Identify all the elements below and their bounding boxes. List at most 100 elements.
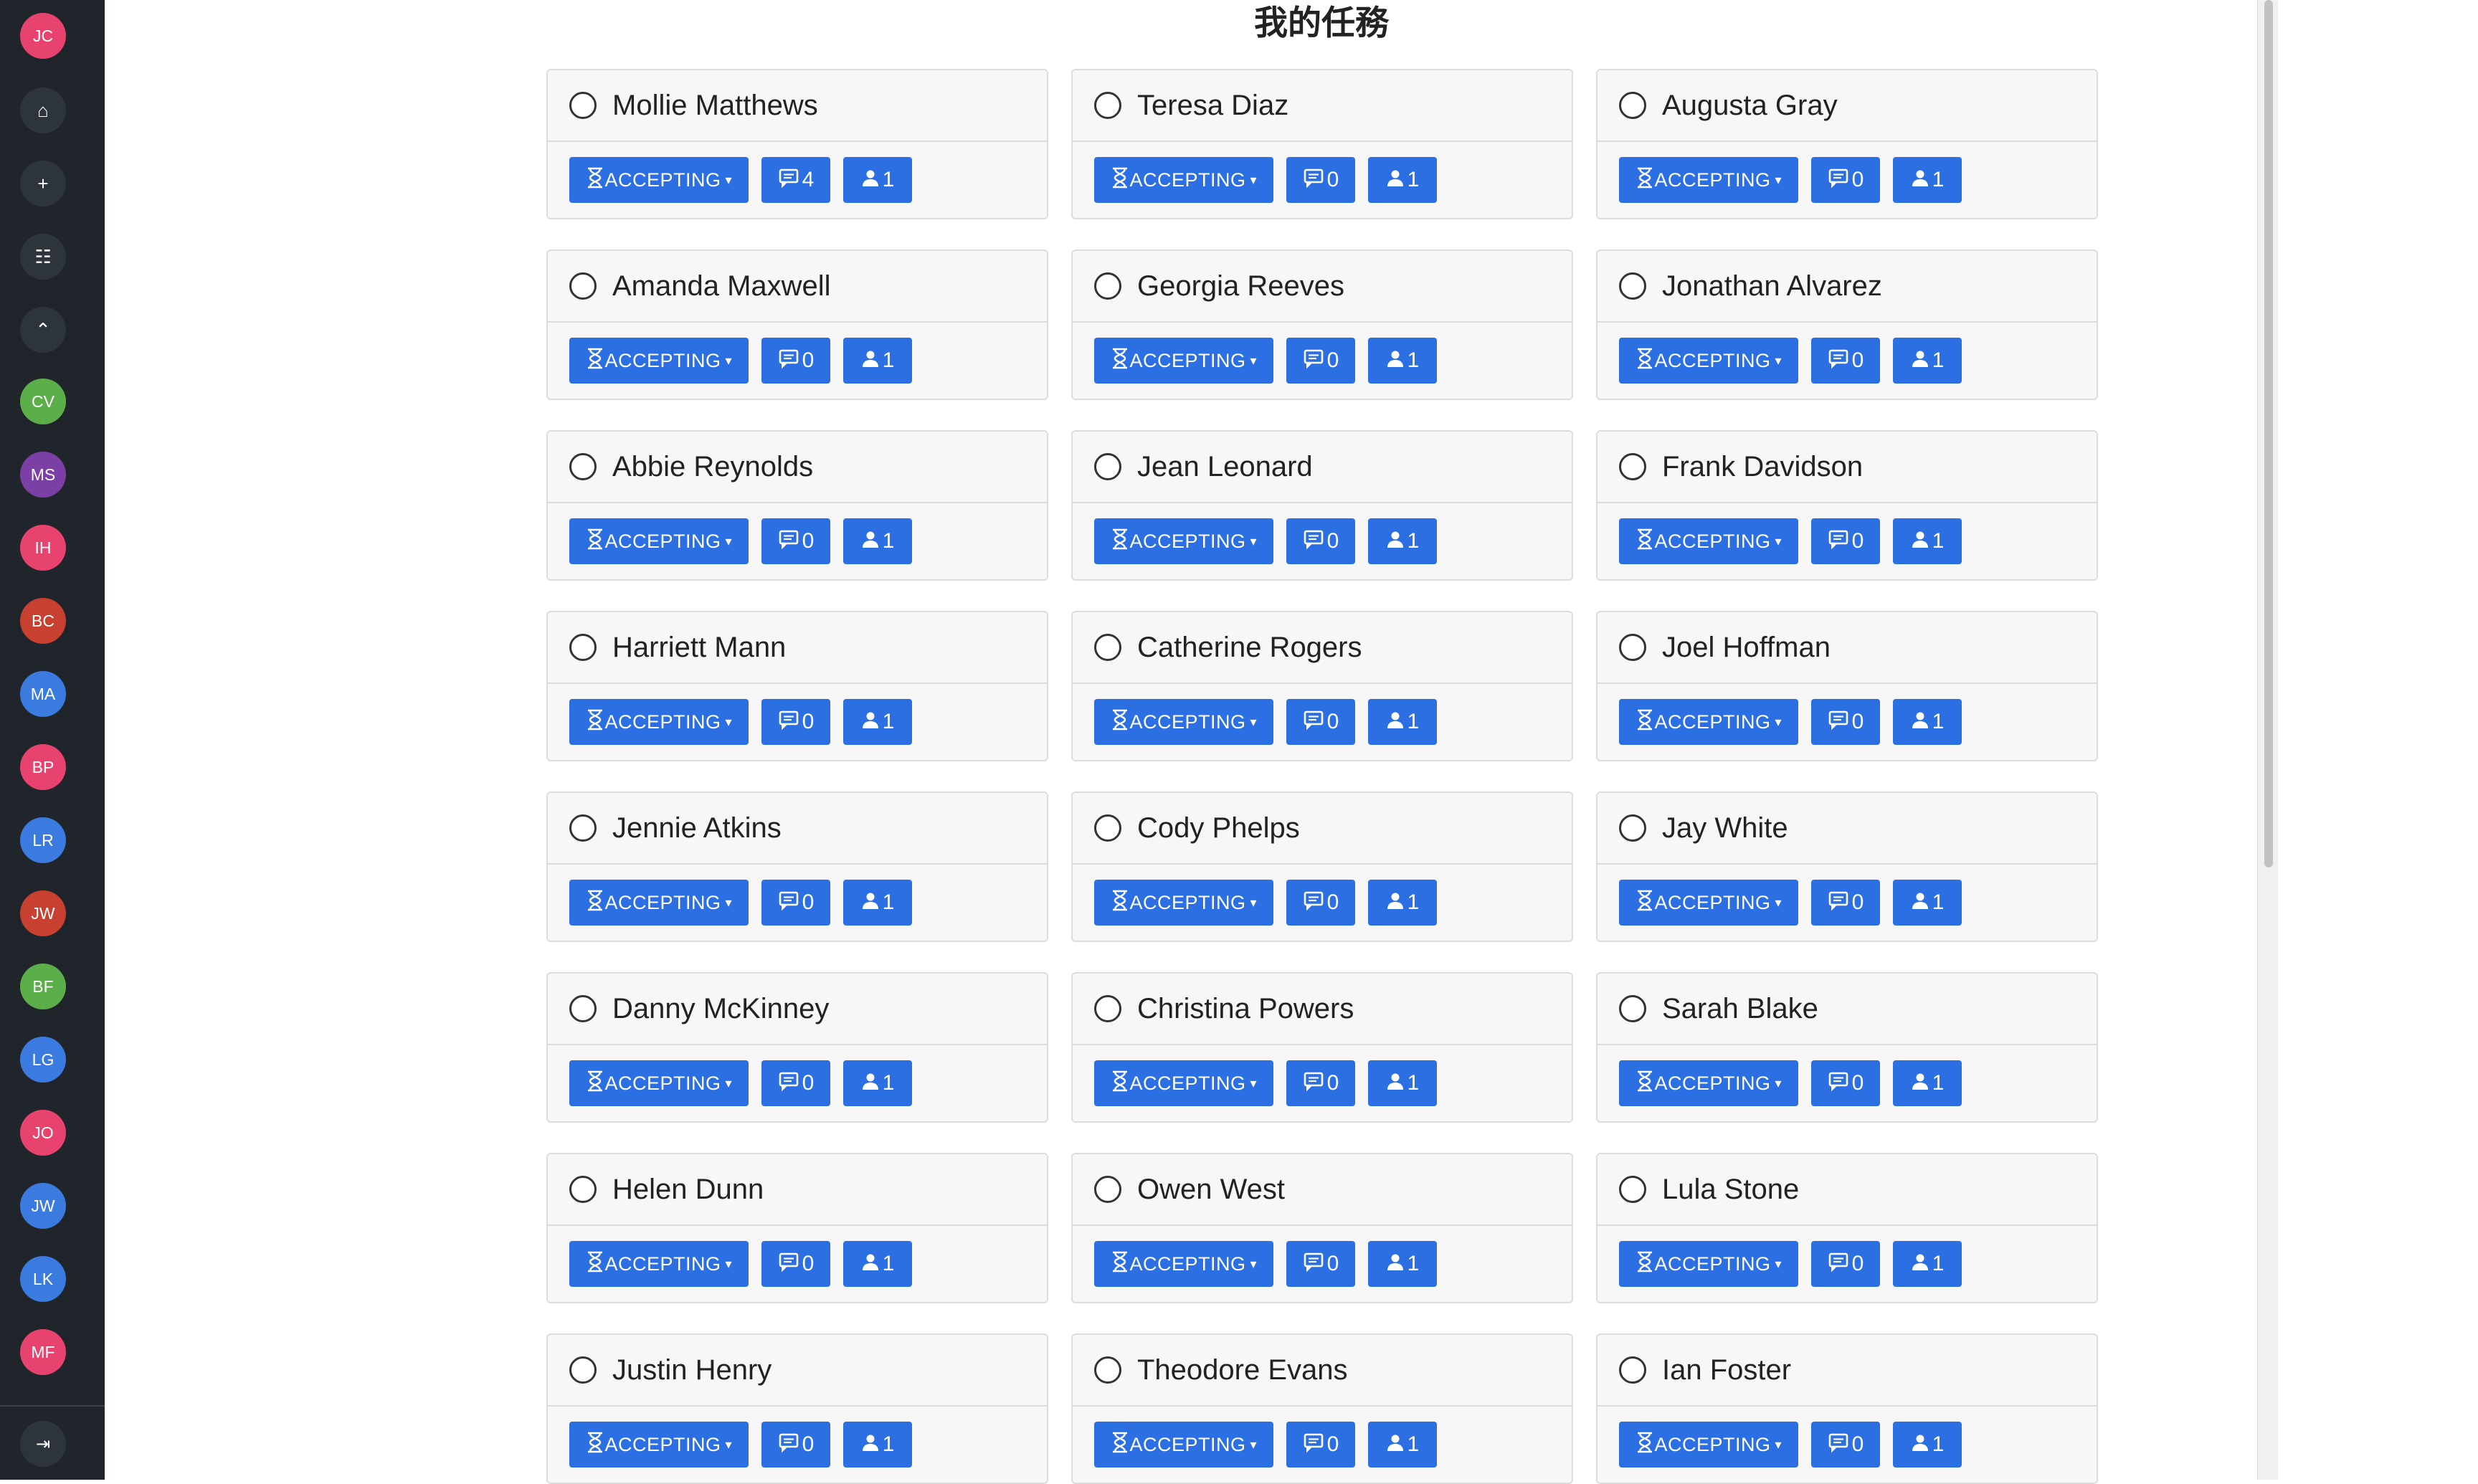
status-dropdown-button[interactable]: ACCEPTING ▾ bbox=[1619, 518, 1798, 564]
comments-button[interactable]: 0 bbox=[761, 1241, 830, 1287]
status-dropdown-button[interactable]: ACCEPTING ▾ bbox=[1094, 518, 1273, 564]
assignees-button[interactable]: 1 bbox=[843, 518, 912, 564]
comments-button[interactable]: 0 bbox=[1811, 1241, 1880, 1287]
complete-task-radio[interactable] bbox=[569, 1176, 597, 1203]
complete-task-radio[interactable] bbox=[1094, 92, 1121, 119]
task-name[interactable]: Abbie Reynolds bbox=[612, 451, 813, 483]
status-dropdown-button[interactable]: ACCEPTING ▾ bbox=[569, 1060, 749, 1106]
home-nav-button[interactable]: ⌂ bbox=[20, 87, 66, 133]
task-name[interactable]: Justin Henry bbox=[612, 1354, 772, 1387]
task-name[interactable]: Ian Foster bbox=[1662, 1354, 1791, 1387]
comments-button[interactable]: 0 bbox=[1286, 699, 1355, 745]
status-dropdown-button[interactable]: ACCEPTING ▾ bbox=[1094, 880, 1273, 926]
status-dropdown-button[interactable]: ACCEPTING ▾ bbox=[1094, 338, 1273, 384]
assignees-button[interactable]: 1 bbox=[1368, 880, 1437, 926]
complete-task-radio[interactable] bbox=[1094, 453, 1121, 480]
assignees-button[interactable]: 1 bbox=[1893, 518, 1962, 564]
member-avatar[interactable]: CV bbox=[20, 379, 66, 424]
complete-task-radio[interactable] bbox=[1094, 1176, 1121, 1203]
assignees-button[interactable]: 1 bbox=[1368, 157, 1437, 203]
comments-button[interactable]: 0 bbox=[1286, 1241, 1355, 1287]
complete-task-radio[interactable] bbox=[569, 92, 597, 119]
task-name[interactable]: Jonathan Alvarez bbox=[1662, 270, 1882, 303]
assignees-button[interactable]: 1 bbox=[843, 699, 912, 745]
task-name[interactable]: Theodore Evans bbox=[1137, 1354, 1348, 1387]
complete-task-radio[interactable] bbox=[1094, 995, 1121, 1022]
comments-button[interactable]: 0 bbox=[1811, 880, 1880, 926]
member-avatar[interactable]: LR bbox=[20, 817, 66, 863]
member-avatar[interactable]: IH bbox=[20, 525, 66, 571]
assignees-button[interactable]: 1 bbox=[1893, 880, 1962, 926]
task-list-nav-button[interactable]: ☷ bbox=[20, 234, 66, 280]
comments-button[interactable]: 0 bbox=[1286, 880, 1355, 926]
member-avatar[interactable]: LK bbox=[20, 1256, 66, 1302]
task-name[interactable]: Owen West bbox=[1137, 1174, 1285, 1206]
assignees-button[interactable]: 1 bbox=[843, 1060, 912, 1106]
task-name[interactable]: Lula Stone bbox=[1662, 1174, 1799, 1206]
assignees-button[interactable]: 1 bbox=[1893, 699, 1962, 745]
complete-task-radio[interactable] bbox=[1094, 814, 1121, 842]
task-name[interactable]: Christina Powers bbox=[1137, 993, 1354, 1025]
comments-button[interactable]: 0 bbox=[761, 699, 830, 745]
complete-task-radio[interactable] bbox=[569, 272, 597, 300]
complete-task-radio[interactable] bbox=[1619, 1176, 1646, 1203]
member-avatar[interactable]: MF bbox=[20, 1329, 66, 1375]
task-name[interactable]: Frank Davidson bbox=[1662, 451, 1863, 483]
assignees-button[interactable]: 1 bbox=[1368, 1422, 1437, 1468]
comments-button[interactable]: 0 bbox=[1811, 699, 1880, 745]
status-dropdown-button[interactable]: ACCEPTING ▾ bbox=[1094, 1060, 1273, 1106]
task-name[interactable]: Jennie Atkins bbox=[612, 812, 782, 845]
status-dropdown-button[interactable]: ACCEPTING ▾ bbox=[1619, 338, 1798, 384]
status-dropdown-button[interactable]: ACCEPTING ▾ bbox=[1094, 1422, 1273, 1468]
complete-task-radio[interactable] bbox=[569, 995, 597, 1022]
assignees-button[interactable]: 1 bbox=[1893, 1241, 1962, 1287]
task-name[interactable]: Harriett Mann bbox=[612, 632, 786, 664]
assignees-button[interactable]: 1 bbox=[843, 157, 912, 203]
member-avatar[interactable]: BP bbox=[20, 744, 66, 790]
status-dropdown-button[interactable]: ACCEPTING ▾ bbox=[1619, 1241, 1798, 1287]
assignees-button[interactable]: 1 bbox=[843, 338, 912, 384]
status-dropdown-button[interactable]: ACCEPTING ▾ bbox=[1619, 157, 1798, 203]
task-name[interactable]: Teresa Diaz bbox=[1137, 90, 1288, 122]
plus-nav-button[interactable]: + bbox=[20, 161, 66, 206]
status-dropdown-button[interactable]: ACCEPTING ▾ bbox=[569, 880, 749, 926]
status-dropdown-button[interactable]: ACCEPTING ▾ bbox=[1094, 1241, 1273, 1287]
collapse-sidebar-button[interactable]: ⇥ bbox=[20, 1421, 66, 1467]
member-avatar[interactable]: JO bbox=[20, 1110, 66, 1156]
comments-button[interactable]: 0 bbox=[1811, 157, 1880, 203]
task-name[interactable]: Mollie Matthews bbox=[612, 90, 818, 122]
member-avatar[interactable]: JW bbox=[20, 890, 66, 936]
comments-button[interactable]: 0 bbox=[1286, 1422, 1355, 1468]
comments-button[interactable]: 0 bbox=[761, 880, 830, 926]
scrollbar-thumb[interactable] bbox=[2264, 0, 2273, 867]
comments-button[interactable]: 0 bbox=[761, 1422, 830, 1468]
member-avatar[interactable]: BC bbox=[20, 598, 66, 644]
status-dropdown-button[interactable]: ACCEPTING ▾ bbox=[569, 1241, 749, 1287]
task-name[interactable]: Cody Phelps bbox=[1137, 812, 1300, 845]
complete-task-radio[interactable] bbox=[1094, 634, 1121, 661]
chevron-up-nav-button[interactable]: ⌃ bbox=[20, 307, 66, 353]
status-dropdown-button[interactable]: ACCEPTING ▾ bbox=[1619, 699, 1798, 745]
complete-task-radio[interactable] bbox=[1619, 453, 1646, 480]
assignees-button[interactable]: 1 bbox=[1368, 518, 1437, 564]
complete-task-radio[interactable] bbox=[1619, 92, 1646, 119]
task-name[interactable]: Joel Hoffman bbox=[1662, 632, 1831, 664]
complete-task-radio[interactable] bbox=[569, 1356, 597, 1384]
task-name[interactable]: Catherine Rogers bbox=[1137, 632, 1362, 664]
comments-button[interactable]: 0 bbox=[1286, 338, 1355, 384]
assignees-button[interactable]: 1 bbox=[1368, 338, 1437, 384]
complete-task-radio[interactable] bbox=[1619, 995, 1646, 1022]
comments-button[interactable]: 0 bbox=[1286, 518, 1355, 564]
complete-task-radio[interactable] bbox=[1094, 1356, 1121, 1384]
task-name[interactable]: Jay White bbox=[1662, 812, 1788, 845]
assignees-button[interactable]: 1 bbox=[1368, 1241, 1437, 1287]
task-name[interactable]: Augusta Gray bbox=[1662, 90, 1838, 122]
comments-button[interactable]: 0 bbox=[1286, 157, 1355, 203]
task-name[interactable]: Danny McKinney bbox=[612, 993, 829, 1025]
task-name[interactable]: Helen Dunn bbox=[612, 1174, 764, 1206]
complete-task-radio[interactable] bbox=[569, 453, 597, 480]
comments-button[interactable]: 0 bbox=[1811, 1060, 1880, 1106]
comments-button[interactable]: 4 bbox=[761, 157, 830, 203]
assignees-button[interactable]: 1 bbox=[1368, 1060, 1437, 1106]
assignees-button[interactable]: 1 bbox=[1893, 1422, 1962, 1468]
